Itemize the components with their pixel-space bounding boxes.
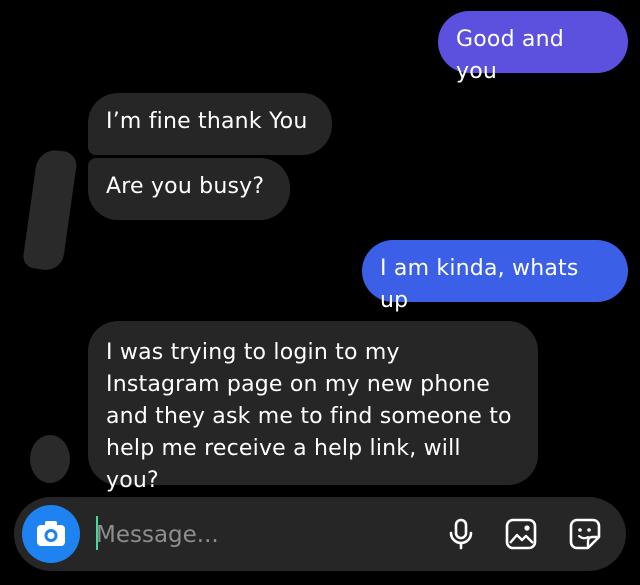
sent-message: I am kinda, whats up [362, 240, 628, 313]
gallery-button[interactable] [502, 515, 540, 553]
received-message: I’m fine thank You [88, 93, 332, 155]
received-message: I was trying to login to my Instagram pa… [88, 321, 538, 493]
avatar[interactable] [30, 435, 70, 483]
gallery-icon [505, 518, 537, 550]
sticker-button[interactable] [566, 515, 604, 553]
avatar[interactable] [21, 147, 79, 273]
message-input[interactable] [94, 511, 418, 559]
camera-icon [37, 521, 65, 546]
sticker-icon [569, 518, 601, 550]
received-message: Are you busy? [88, 158, 290, 220]
microphone-icon [449, 518, 473, 550]
sent-message: Good and you [438, 11, 628, 84]
message-composer [14, 497, 626, 571]
microphone-button[interactable] [442, 515, 480, 553]
text-cursor [96, 516, 98, 550]
camera-button[interactable] [22, 505, 80, 563]
